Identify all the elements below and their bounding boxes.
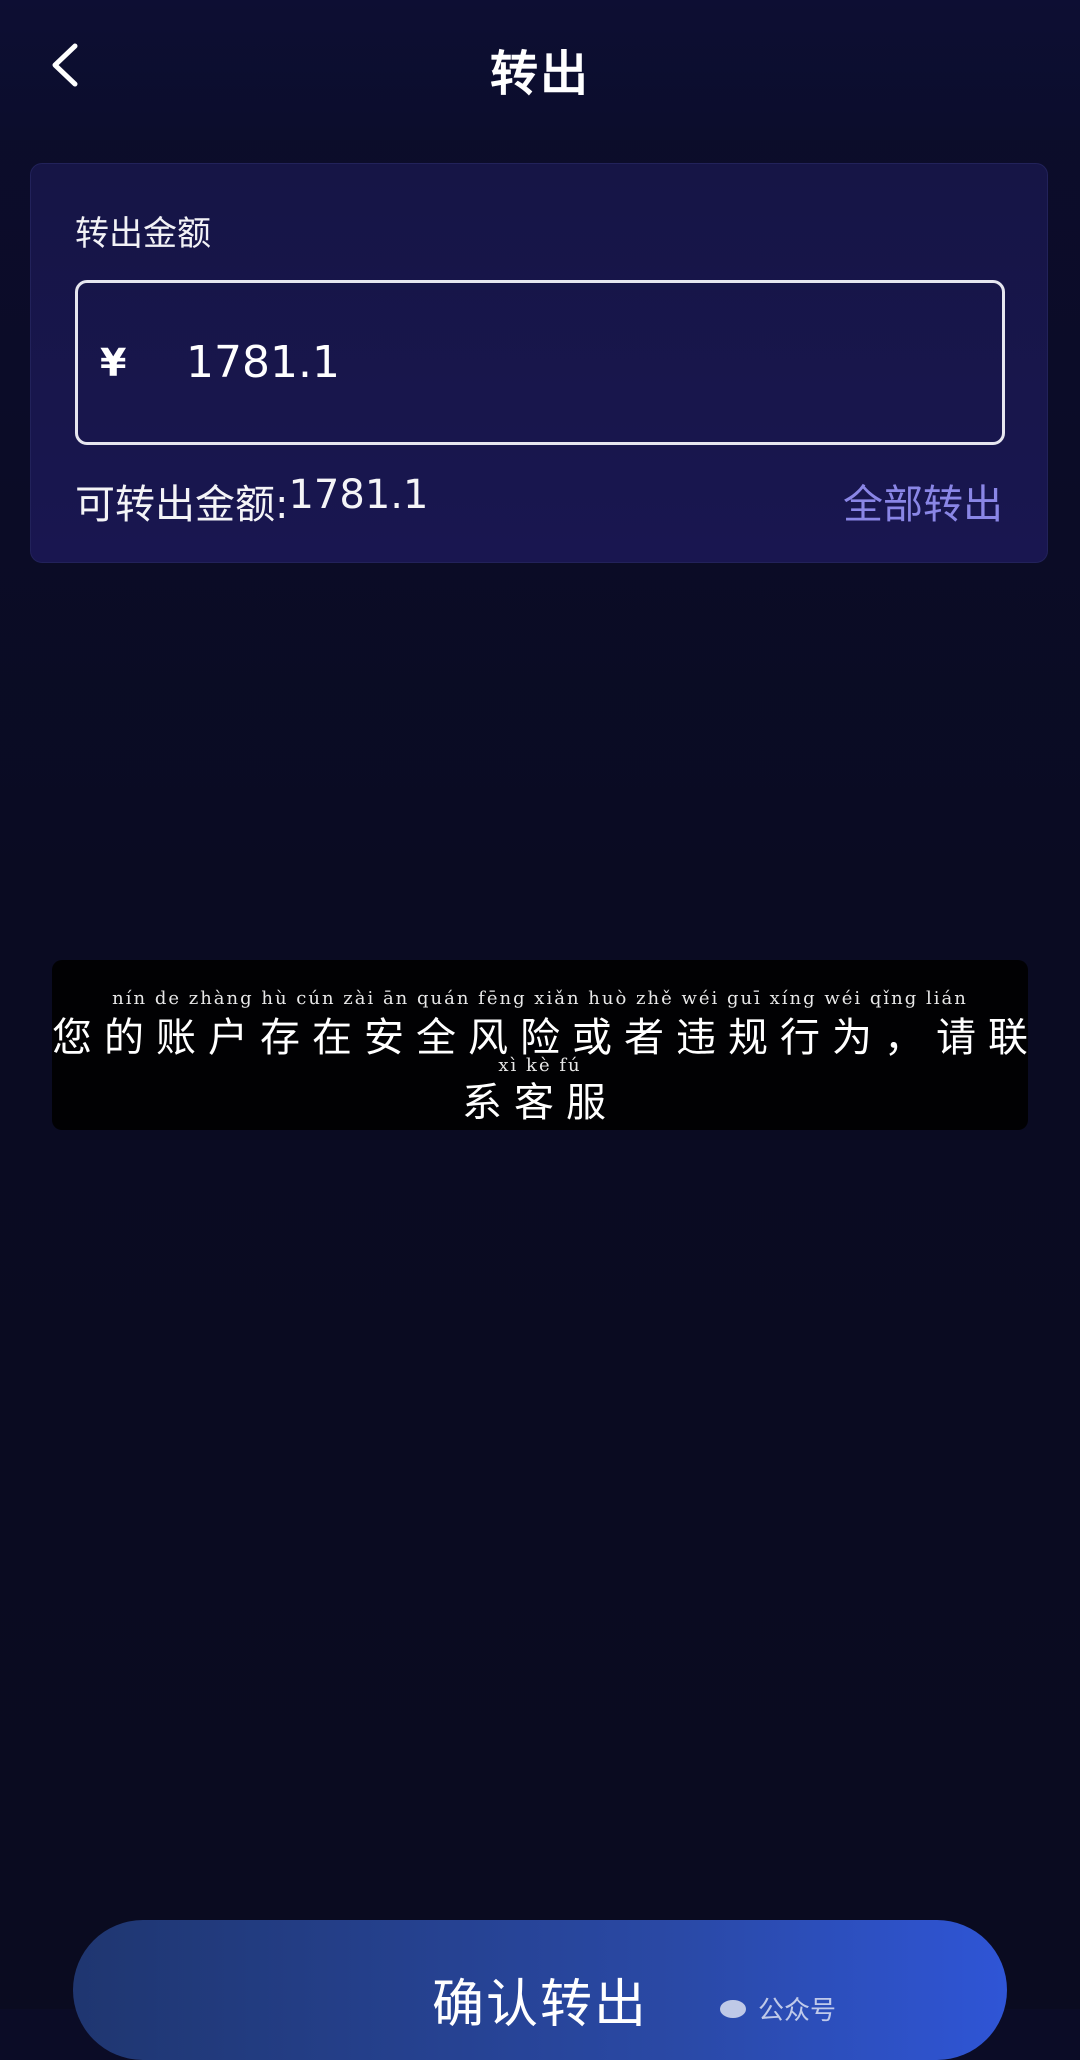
amount-field[interactable]: ¥ (75, 280, 1005, 445)
amount-label: 转出金额 (75, 214, 211, 254)
confirm-transfer-button[interactable]: 确认转出 (73, 1920, 1007, 2060)
confirm-transfer-label: 确认转出 (431, 1975, 648, 2035)
available-label: 可转出金额: (75, 482, 289, 528)
available-value: 1781.1 (288, 472, 429, 518)
page-title: 转出 (489, 46, 590, 102)
currency-symbol: ¥ (100, 340, 127, 385)
available-amount: 可转出金额: 1781.1 (75, 472, 428, 530)
header: 转出 (0, 0, 1080, 140)
transfer-card: 转出金额 ¥ 可转出金额: 1781.1 全部转出 (30, 163, 1048, 563)
warning-text-line-2: 系客服 (462, 1080, 618, 1126)
transfer-all-button[interactable]: 全部转出 (843, 472, 1003, 530)
amount-input[interactable] (184, 336, 888, 389)
risk-warning-toast: nín de zhàng hù cún zài ān quán fēng xiǎ… (52, 960, 1028, 1130)
